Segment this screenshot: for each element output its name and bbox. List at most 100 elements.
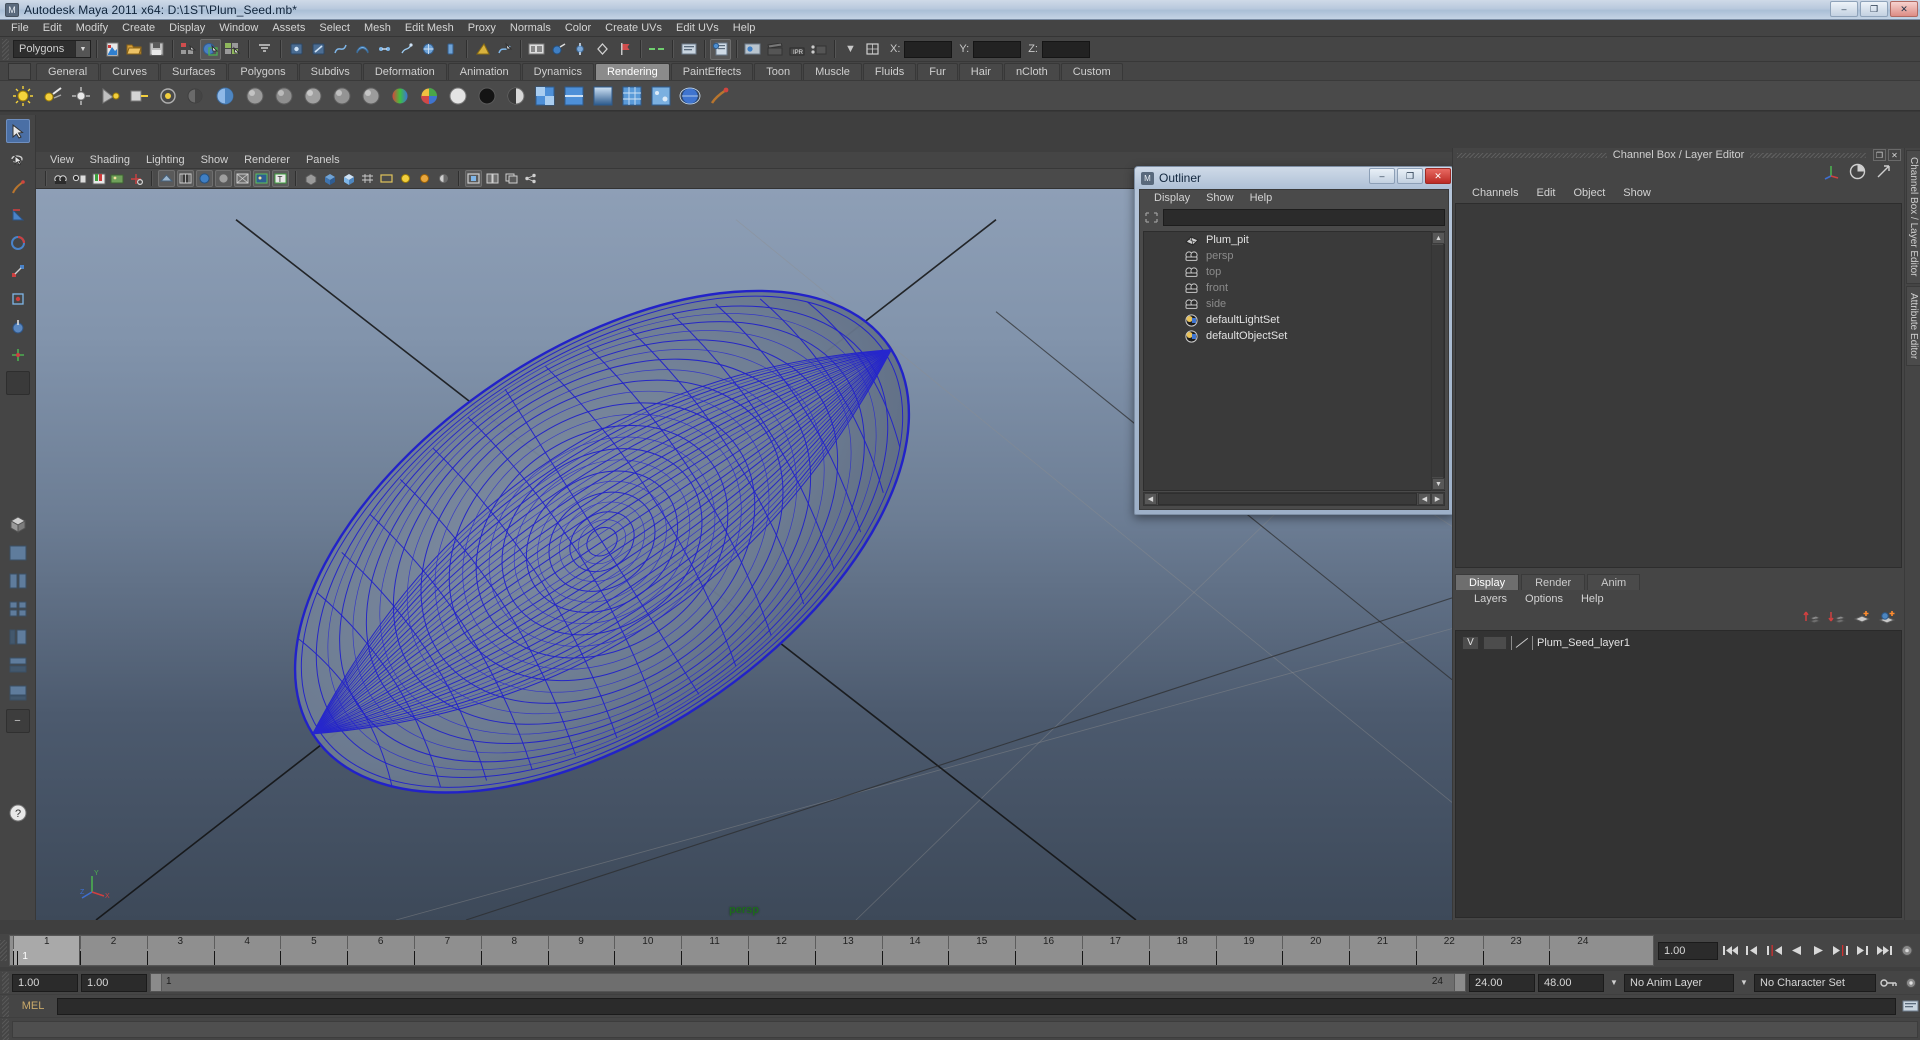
- smooth-shade-all-icon[interactable]: [177, 170, 194, 187]
- selection-box-icon[interactable]: [862, 39, 883, 60]
- outliner-item-top[interactable]: top: [1144, 264, 1444, 280]
- animation-preferences-icon[interactable]: [1897, 941, 1916, 960]
- expand-arrow-icon[interactable]: [1875, 163, 1892, 183]
- soft-mod-icon[interactable]: [6, 315, 30, 339]
- close-button[interactable]: ✕: [1890, 1, 1918, 17]
- layer-list[interactable]: V Plum_Seed_layer1: [1455, 630, 1902, 918]
- menu-item-edit[interactable]: Edit: [36, 20, 69, 37]
- range-slider-bar[interactable]: 1 24: [150, 973, 1466, 992]
- lasso-tool-icon[interactable]: [6, 147, 30, 171]
- lighting-icon[interactable]: [253, 170, 270, 187]
- spot-light-icon[interactable]: [97, 83, 122, 108]
- coord-y-field[interactable]: [973, 40, 1022, 58]
- textured-cube-icon[interactable]: [340, 170, 357, 187]
- help-line-grip[interactable]: [2, 1018, 9, 1040]
- snap-to-curve-icon[interactable]: [494, 39, 515, 60]
- animation-prefs-icon[interactable]: [1901, 973, 1920, 992]
- outliner-close-button[interactable]: ✕: [1425, 168, 1451, 184]
- shelf-tab-hair[interactable]: Hair: [958, 63, 1003, 80]
- menu-item-display[interactable]: Display: [162, 20, 212, 37]
- menu-item-file[interactable]: File: [4, 20, 36, 37]
- mask-deformers-icon[interactable]: [374, 39, 395, 60]
- sphere-gray-icon-2[interactable]: [271, 83, 296, 108]
- texture-checker-icon-1[interactable]: [532, 83, 557, 108]
- shaded-cube-blue-icon[interactable]: [321, 170, 338, 187]
- layer-row[interactable]: V Plum_Seed_layer1: [1456, 634, 1901, 651]
- character-set-selector[interactable]: No Character Set: [1754, 973, 1876, 992]
- new-scene-icon[interactable]: [102, 39, 123, 60]
- layout-expand-icon[interactable]: −: [5, 709, 30, 733]
- step-back-icon[interactable]: [1743, 941, 1762, 960]
- grid-toggle-icon[interactable]: [359, 170, 376, 187]
- minimize-button[interactable]: –: [1830, 1, 1858, 17]
- current-time-field[interactable]: 1.00: [1658, 941, 1718, 960]
- outliner-menu-help[interactable]: Help: [1242, 191, 1281, 206]
- shelf-tab-rendering[interactable]: Rendering: [594, 63, 670, 80]
- new-layer-icon[interactable]: [1853, 609, 1871, 628]
- two-d-pan-zoom-icon[interactable]: [128, 170, 145, 187]
- playback-end-field[interactable]: 24.00: [1469, 973, 1535, 992]
- scroll-right-icon-a[interactable]: ◀: [1418, 493, 1431, 505]
- outliner-menu-show[interactable]: Show: [1198, 191, 1242, 206]
- exposure-icon[interactable]: [397, 170, 414, 187]
- dock-close-button[interactable]: ✕: [1888, 149, 1901, 161]
- shelf-tab-dynamics[interactable]: Dynamics: [521, 63, 594, 80]
- layer-playback-toggle[interactable]: [1483, 635, 1507, 650]
- outliner-menu-display[interactable]: Display: [1146, 191, 1198, 206]
- rotate-tool-icon[interactable]: [6, 231, 30, 255]
- vertical-tab-attribute-editor[interactable]: Attribute Editor: [1906, 285, 1920, 366]
- camera-attributes-icon[interactable]: [71, 170, 88, 187]
- menu-item-edit-uvs[interactable]: Edit UVs: [669, 20, 726, 37]
- dock-float-button[interactable]: ❐: [1873, 149, 1886, 161]
- select-by-hierarchy-icon[interactable]: [178, 39, 199, 60]
- coord-z-field[interactable]: [1041, 40, 1090, 58]
- shelf-tab-deformation[interactable]: Deformation: [362, 63, 447, 80]
- layout-persp-graph-icon[interactable]: [6, 681, 30, 705]
- panel-menu-show[interactable]: Show: [193, 153, 237, 168]
- outliner-item-plum-pit[interactable]: Plum_pit: [1144, 232, 1444, 248]
- outliner-item-list[interactable]: Plum_pit persp top front side defaultLig…: [1143, 231, 1445, 491]
- texture-checker-icon-2[interactable]: [561, 83, 586, 108]
- show-attribute-editor-icon[interactable]: [710, 38, 731, 60]
- render-view-icon[interactable]: [526, 39, 547, 60]
- edit-menu[interactable]: Edit: [1527, 187, 1564, 199]
- scroll-left-icon[interactable]: ◀: [1144, 493, 1157, 505]
- ramp-shader-icon[interactable]: [387, 83, 412, 108]
- chevron-down-icon[interactable]: ▼: [840, 39, 861, 60]
- scroll-up-icon[interactable]: ▲: [1432, 232, 1445, 244]
- script-editor-open-icon[interactable]: [1901, 997, 1920, 1016]
- snap-to-grid-icon[interactable]: [472, 39, 493, 60]
- shelf-tab-painteffects[interactable]: PaintEffects: [670, 63, 754, 80]
- outliner-vertical-scrollbar[interactable]: ▲ ▼: [1431, 231, 1445, 491]
- view-cube-icon[interactable]: [6, 513, 30, 537]
- move-tool-icon[interactable]: [6, 203, 30, 227]
- select-camera-icon[interactable]: [52, 170, 69, 187]
- mask-misc-icon[interactable]: [440, 39, 461, 60]
- move-layer-down-icon[interactable]: [1828, 609, 1847, 628]
- layer-name[interactable]: Plum_Seed_layer1: [1537, 637, 1630, 649]
- go-to-end-icon[interactable]: [1875, 941, 1894, 960]
- show-manip-icon[interactable]: [6, 343, 30, 367]
- hscroll-trough[interactable]: [1158, 493, 1417, 505]
- channel-box-attribute-area[interactable]: [1455, 203, 1902, 568]
- menu-item-edit-mesh[interactable]: Edit Mesh: [398, 20, 461, 37]
- layer-tab-display[interactable]: Display: [1455, 574, 1520, 590]
- selection-mode-dropdown[interactable]: Polygons ▼: [13, 40, 91, 58]
- directional-light-icon[interactable]: [39, 83, 64, 108]
- range-start-field[interactable]: 1.00: [12, 973, 78, 992]
- auto-key-icon[interactable]: [1879, 973, 1898, 992]
- layer-help-menu[interactable]: Help: [1572, 593, 1613, 605]
- color-wheel-icon[interactable]: [416, 83, 441, 108]
- layout-outliner-persp-icon[interactable]: [6, 625, 30, 649]
- volume-light-icon[interactable]: [155, 83, 180, 108]
- shelf-tab-polygons[interactable]: Polygons: [228, 63, 298, 80]
- outliner-maximize-button[interactable]: ❐: [1397, 168, 1423, 184]
- clapboard-icon[interactable]: [764, 39, 785, 60]
- outliner-item-side[interactable]: side: [1144, 296, 1444, 312]
- paint-effects-brush-icon[interactable]: [706, 83, 731, 108]
- share-viewport-icon[interactable]: [522, 170, 539, 187]
- mask-surfaces-icon[interactable]: [352, 39, 373, 60]
- menu-item-proxy[interactable]: Proxy: [461, 20, 503, 37]
- menu-item-select[interactable]: Select: [312, 20, 357, 37]
- manipulator-axis-icon[interactable]: [1823, 163, 1840, 183]
